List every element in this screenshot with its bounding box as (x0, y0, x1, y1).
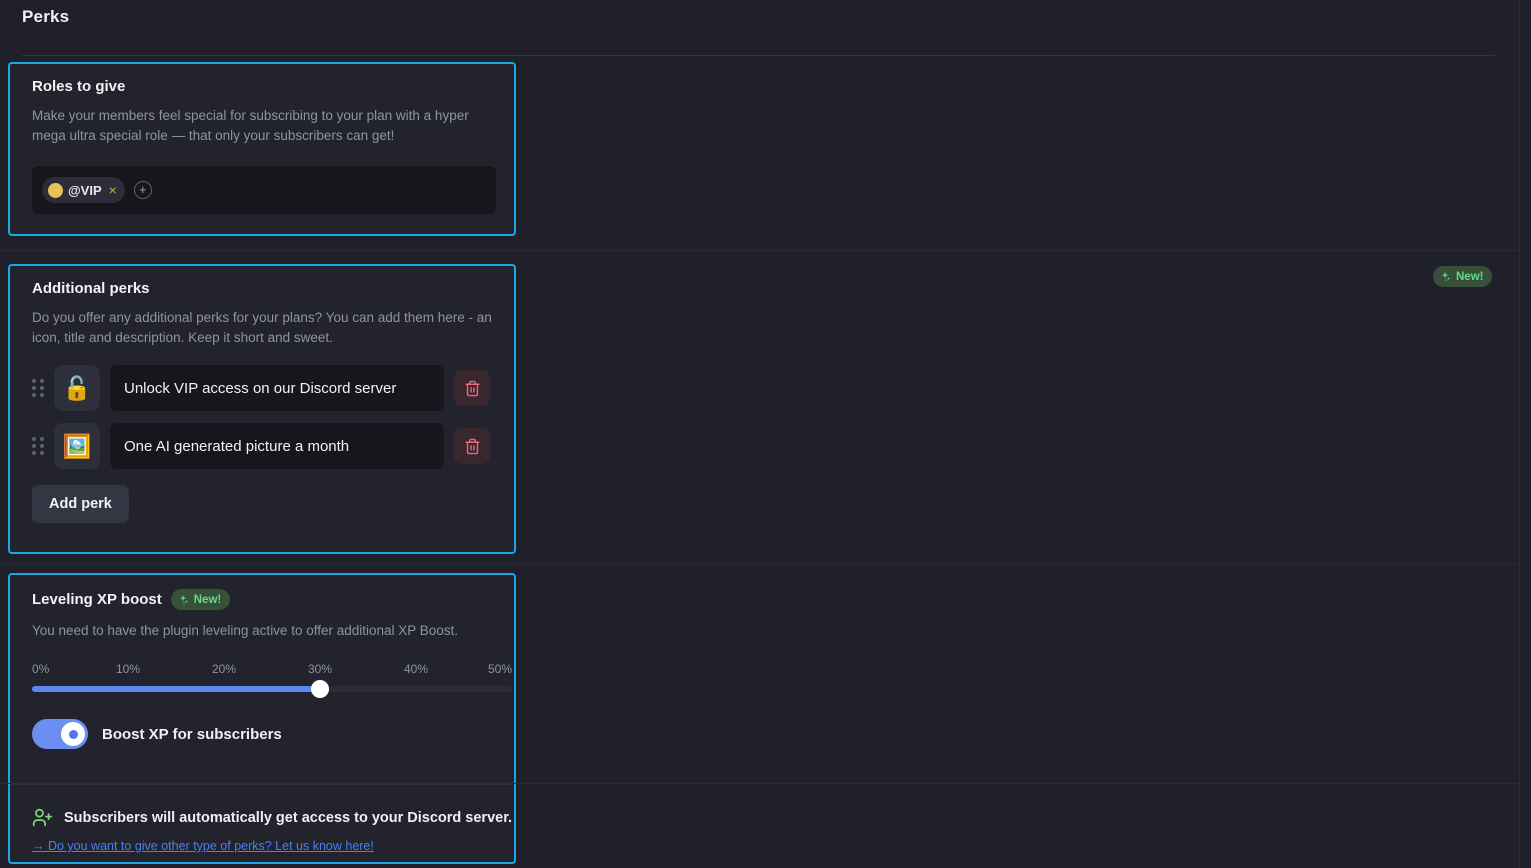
new-badge-label: New! (1456, 270, 1484, 283)
roles-card-description: Make your members feel special for subsc… (32, 108, 469, 143)
slider-fill (32, 686, 320, 692)
card-roles-to-give: Roles to give Make your members feel spe… (8, 62, 516, 236)
slider-tick-label: 40% (403, 662, 429, 676)
row-divider (0, 250, 1519, 251)
perks-page: Perks Roles to give Make your members fe… (0, 0, 1531, 868)
page-title: Perks (22, 7, 70, 26)
role-color-dot-icon (48, 182, 63, 198)
user-plus-icon (32, 808, 53, 827)
add-perk-button[interactable]: Add perk (32, 485, 129, 523)
slider-tick-label: 30% (307, 662, 333, 676)
slider-tick-labels: 0% 10% 20% 30% 40% 50% (32, 662, 512, 677)
drag-handle-icon[interactable] (32, 437, 44, 455)
boost-xp-toggle-row: Boost XP for subscribers (32, 719, 492, 749)
roles-card-title: Roles to give (32, 78, 492, 95)
toggle-knob (61, 722, 85, 746)
add-role-icon[interactable]: + (133, 181, 152, 199)
delete-perk-button[interactable] (454, 370, 490, 406)
role-chip-vip[interactable]: @VIP × (42, 177, 125, 203)
card-footer-divider (10, 784, 514, 785)
boost-xp-toggle[interactable] (32, 719, 88, 749)
additional-perks-title: Additional perks (32, 280, 492, 297)
sparkle-icon (1441, 271, 1450, 281)
slider-tick-label: 20% (211, 662, 237, 676)
perk-list: 🔓 🖼️ (32, 365, 492, 469)
new-badge-additional-perks: New! (1433, 266, 1493, 287)
row-divider (0, 564, 1519, 565)
leveling-card-description: You need to have the plugin leveling act… (32, 623, 459, 638)
card-leveling-xp-boost: Leveling XP boost New! You need to have … (8, 573, 516, 864)
page-right-edge (1519, 0, 1531, 868)
leveling-card-title-text: Leveling XP boost (32, 591, 162, 608)
role-remove-icon[interactable]: × (107, 183, 117, 197)
card-additional-perks: Additional perks Do you offer any additi… (8, 264, 516, 554)
subscriber-access-note: Subscribers will automatically get acces… (32, 807, 512, 828)
new-badge-label: New! (193, 593, 222, 606)
new-badge-leveling: New! (170, 589, 231, 610)
row-divider (0, 783, 1519, 784)
other-perks-feedback-link[interactable]: → Do you want to give other type of perk… (32, 839, 374, 853)
perk-icon-picker[interactable]: 🖼️ (54, 423, 100, 469)
xp-boost-slider-block: 0% 10% 20% 30% 40% 50% (32, 662, 512, 698)
perk-row: 🔓 (32, 365, 492, 411)
trash-icon (464, 380, 480, 396)
xp-boost-slider[interactable] (32, 680, 512, 698)
subscriber-access-text: Subscribers will automatically get acces… (64, 809, 513, 826)
slider-tick-label: 50% (487, 662, 512, 676)
slider-tick-label: 10% (115, 662, 141, 676)
boost-xp-toggle-label: Boost XP for subscribers (102, 725, 282, 743)
sparkle-icon (179, 594, 188, 604)
delete-perk-button[interactable] (454, 428, 490, 464)
trash-icon (464, 438, 480, 454)
perk-title-input[interactable] (110, 423, 444, 469)
roles-selector-box[interactable]: @VIP × + (32, 166, 496, 214)
slider-thumb[interactable] (311, 680, 329, 698)
roles-card-title-text: Roles to give (32, 78, 126, 95)
perk-row: 🖼️ (32, 423, 492, 469)
drag-handle-icon[interactable] (32, 379, 44, 397)
additional-perks-title-text: Additional perks (32, 280, 150, 297)
perk-title-input[interactable] (110, 365, 444, 411)
additional-perks-description: Do you offer any additional perks for yo… (32, 310, 492, 345)
leveling-card-title: Leveling XP boost New! (32, 589, 492, 610)
header-divider (22, 55, 1495, 56)
role-chip-label: @VIP (68, 182, 102, 198)
slider-tick-label: 0% (32, 662, 50, 676)
perk-icon-picker[interactable]: 🔓 (54, 365, 100, 411)
